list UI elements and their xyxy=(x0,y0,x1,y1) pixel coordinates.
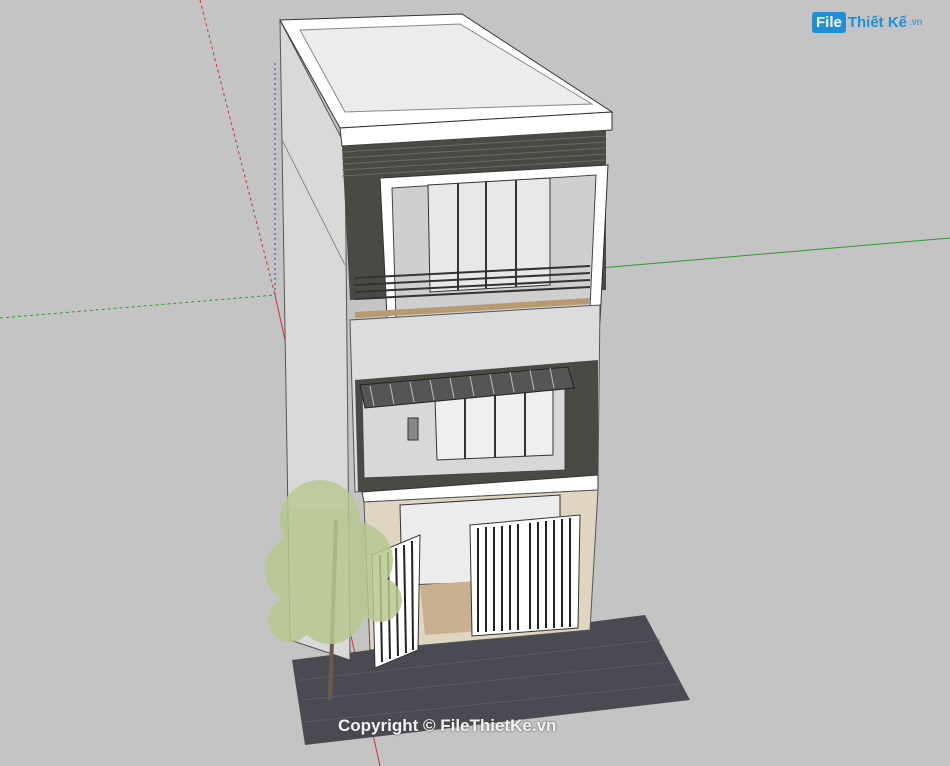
red-axis-dotted xyxy=(199,0,276,296)
wall-lamp xyxy=(407,417,419,441)
roof-slab xyxy=(299,23,594,113)
top-glass-doors xyxy=(427,177,551,293)
green-axis-dotted xyxy=(0,294,276,319)
logo-text: Thiết Kế xyxy=(847,14,908,31)
green-axis xyxy=(599,237,950,269)
logo-badge: File xyxy=(812,12,846,33)
logo-tld: .vn xyxy=(909,17,923,28)
viewport: File Thiết Kế .vn Copyright © FileThietK… xyxy=(0,0,950,766)
house-3d-model xyxy=(0,0,950,766)
logo: File Thiết Kế .vn xyxy=(812,12,922,33)
copyright-watermark: Copyright © FileThietKe.vn xyxy=(338,716,557,735)
